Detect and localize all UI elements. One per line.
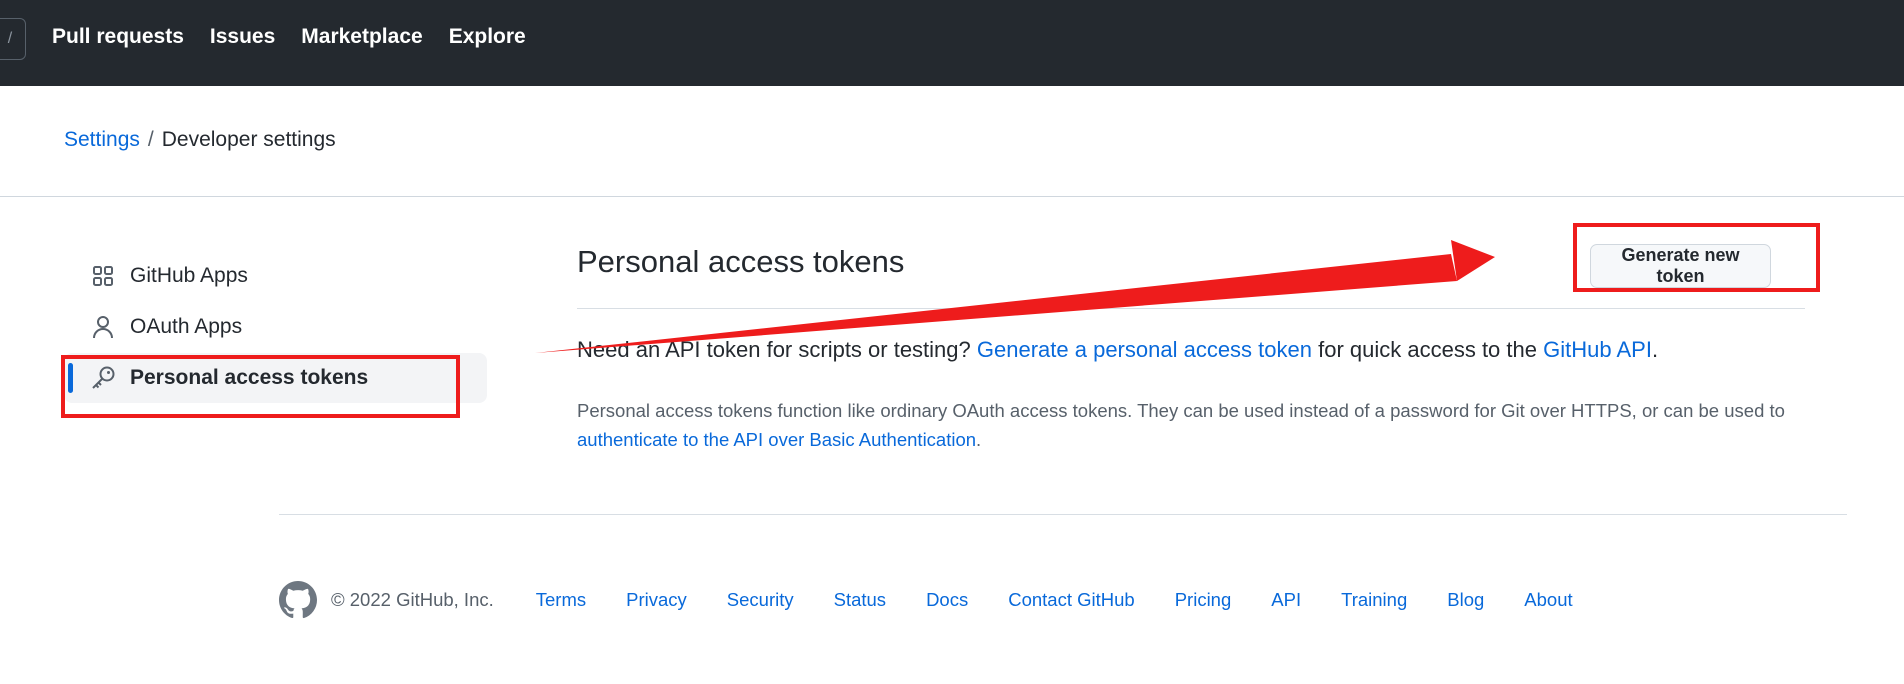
footer-divider bbox=[279, 514, 1847, 515]
footer-links: Terms Privacy Security Status Docs Conta… bbox=[536, 589, 1573, 611]
github-logo-icon[interactable] bbox=[279, 581, 317, 619]
copyright: © 2022 GitHub, Inc. bbox=[331, 589, 494, 610]
footer-link-about[interactable]: About bbox=[1524, 589, 1572, 611]
sidebar-item-github-apps[interactable]: GitHub Apps bbox=[64, 251, 487, 301]
breadcrumb-settings-link[interactable]: Settings bbox=[64, 128, 140, 151]
person-icon bbox=[90, 314, 116, 340]
global-header: / Pull requests Issues Marketplace Explo… bbox=[0, 0, 1904, 86]
generate-token-link[interactable]: Generate a personal access token bbox=[977, 337, 1312, 362]
sidebar-item-oauth-apps[interactable]: OAuth Apps bbox=[64, 302, 487, 352]
apps-grid-icon bbox=[90, 263, 116, 289]
sidebar-item-label: OAuth Apps bbox=[130, 315, 243, 338]
footer-link-api[interactable]: API bbox=[1271, 589, 1301, 611]
search-shortcut-icon[interactable]: / bbox=[0, 18, 26, 60]
divider bbox=[0, 196, 1904, 197]
breadcrumb-current: Developer settings bbox=[161, 128, 336, 151]
nav-explore[interactable]: Explore bbox=[449, 25, 526, 49]
annotation-highlight-box bbox=[1573, 223, 1820, 292]
footer-link-contact[interactable]: Contact GitHub bbox=[1008, 589, 1134, 611]
nav-issues[interactable]: Issues bbox=[210, 25, 275, 49]
lead-paragraph: Need an API token for scripts or testing… bbox=[577, 337, 1658, 363]
lead-suffix: . bbox=[1651, 337, 1659, 362]
note-text: Personal access tokens function like ord… bbox=[577, 400, 1785, 421]
footer: © 2022 GitHub, Inc. Terms Privacy Securi… bbox=[279, 580, 1573, 620]
description-note: Personal access tokens function like ord… bbox=[577, 396, 1807, 454]
footer-link-status[interactable]: Status bbox=[834, 589, 886, 611]
github-api-link[interactable]: GitHub API bbox=[1543, 337, 1652, 362]
sidebar-item-label: GitHub Apps bbox=[130, 264, 248, 287]
note-suffix: . bbox=[976, 429, 982, 450]
footer-link-docs[interactable]: Docs bbox=[926, 589, 968, 611]
footer-link-blog[interactable]: Blog bbox=[1447, 589, 1484, 611]
breadcrumb: Settings / Developer settings bbox=[64, 128, 336, 152]
breadcrumb-separator: / bbox=[147, 128, 154, 151]
footer-link-terms[interactable]: Terms bbox=[536, 589, 586, 611]
lead-text: Need an API token for scripts or testing… bbox=[577, 337, 971, 362]
footer-link-training[interactable]: Training bbox=[1341, 589, 1407, 611]
title-divider bbox=[577, 308, 1805, 309]
page-title: Personal access tokens bbox=[577, 244, 905, 279]
basic-auth-link[interactable]: authenticate to the API over Basic Authe… bbox=[577, 429, 976, 450]
footer-link-security[interactable]: Security bbox=[727, 589, 794, 611]
header-nav: Pull requests Issues Marketplace Explore bbox=[52, 0, 526, 74]
nav-pull-requests[interactable]: Pull requests bbox=[52, 25, 184, 49]
footer-link-privacy[interactable]: Privacy bbox=[626, 589, 687, 611]
annotation-highlight-box bbox=[61, 355, 460, 418]
nav-marketplace[interactable]: Marketplace bbox=[301, 25, 422, 49]
footer-link-pricing[interactable]: Pricing bbox=[1175, 589, 1232, 611]
lead-text: for quick access to the bbox=[1318, 337, 1537, 362]
